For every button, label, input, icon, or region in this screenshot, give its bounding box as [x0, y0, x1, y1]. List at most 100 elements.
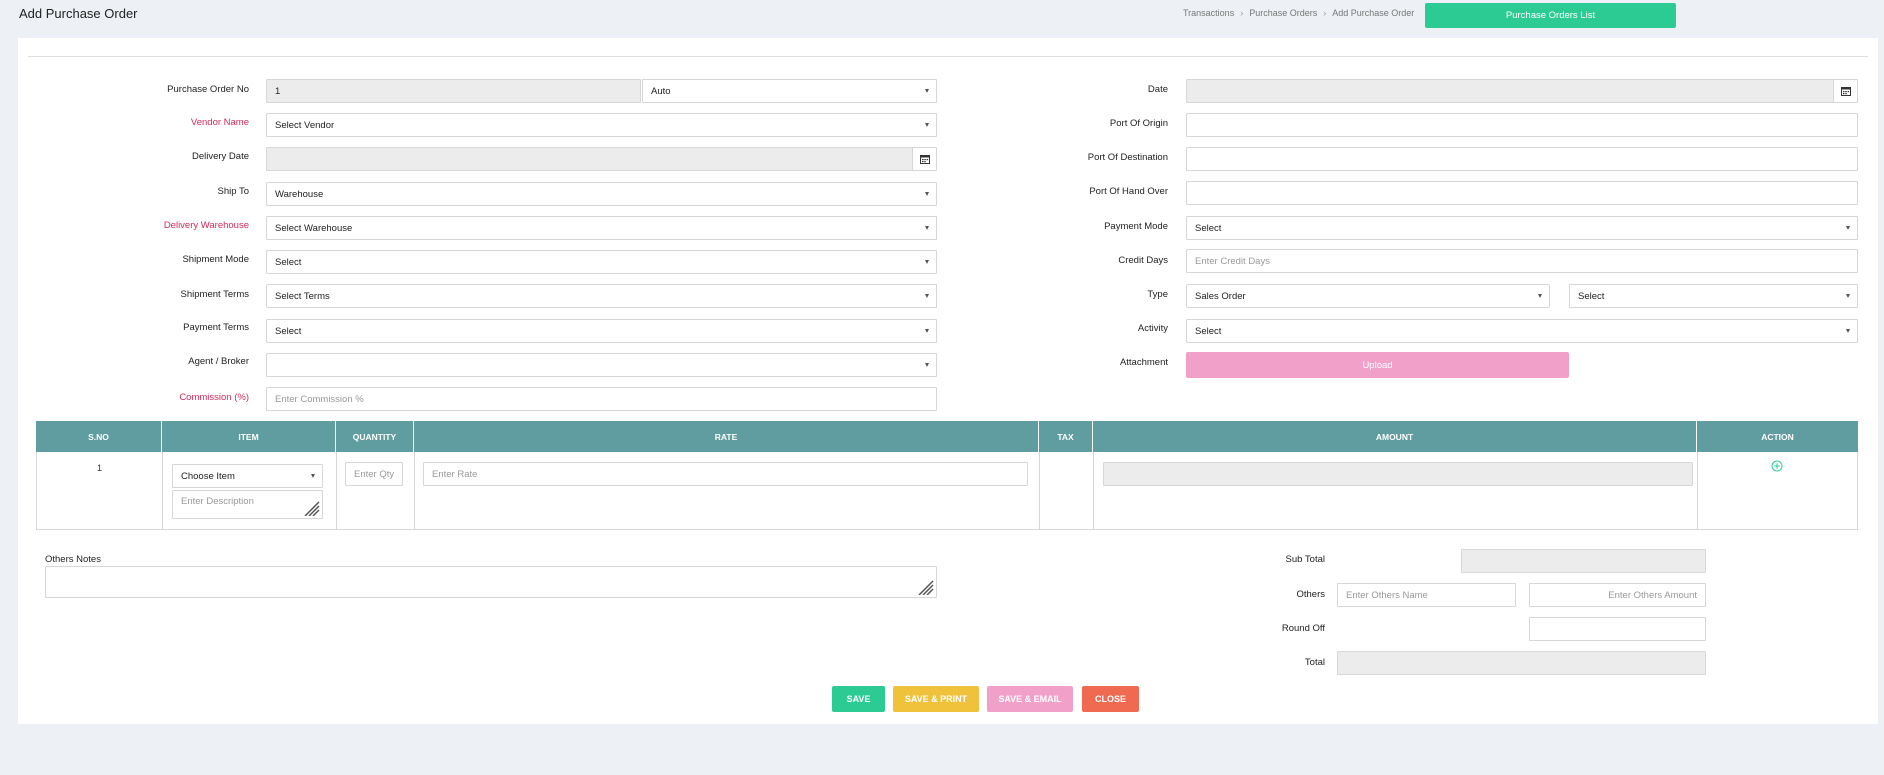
shipment-terms-value: Select Terms: [275, 290, 330, 302]
port-of-origin-label: Port Of Origin: [1109, 118, 1168, 129]
add-row-icon[interactable]: [1771, 460, 1783, 472]
description-textarea[interactable]: Enter Description: [172, 490, 323, 519]
payment-terms-select[interactable]: Select: [266, 319, 937, 343]
others-label: Others: [1296, 589, 1325, 600]
type-value: Sales Order: [1195, 290, 1246, 302]
calendar-icon[interactable]: [1833, 80, 1857, 102]
payment-mode-label: Payment Mode: [1104, 221, 1168, 232]
agent-broker-label: Agent / Broker: [188, 356, 249, 367]
description-placeholder: Enter Description: [181, 496, 254, 507]
upload-button[interactable]: Upload: [1186, 352, 1569, 378]
col-header-item: ITEM: [162, 421, 336, 452]
date-label: Date: [1147, 84, 1168, 95]
credit-days-label: Credit Days: [1118, 255, 1168, 266]
type-select[interactable]: Sales Order: [1186, 284, 1550, 308]
chevron-down-icon: [925, 260, 929, 264]
col-header-action: ACTION: [1697, 421, 1858, 452]
payment-mode-select[interactable]: Select: [1186, 216, 1858, 240]
shipment-terms-label: Shipment Terms: [180, 289, 249, 300]
shipment-mode-select[interactable]: Select: [266, 250, 937, 274]
type-secondary-select[interactable]: Select: [1569, 284, 1858, 308]
col-divider: [1039, 452, 1040, 530]
po-no-mode-select[interactable]: Auto: [642, 79, 937, 103]
chevron-down-icon: [925, 123, 929, 127]
type-secondary-value: Select: [1578, 290, 1605, 302]
po-no-input[interactable]: 1: [266, 79, 641, 103]
save-print-button[interactable]: SAVE & PRINT: [893, 686, 979, 712]
date-input[interactable]: [1186, 79, 1858, 103]
choose-item-select[interactable]: Choose Item: [172, 464, 323, 488]
agent-broker-select[interactable]: [266, 353, 937, 377]
vendor-select[interactable]: Select Vendor: [266, 113, 937, 137]
divider: [28, 56, 1868, 57]
col-header-tax: TAX: [1039, 421, 1093, 452]
port-of-destination-label: Port Of Destination: [1087, 152, 1168, 163]
port-of-hand-over-input[interactable]: [1186, 181, 1858, 205]
purchase-orders-list-button[interactable]: Purchase Orders List: [1425, 3, 1676, 28]
close-button[interactable]: CLOSE: [1082, 686, 1139, 712]
chevron-down-icon: [1846, 226, 1850, 230]
shipment-terms-select[interactable]: Select Terms: [266, 284, 937, 308]
col-divider: [162, 452, 163, 530]
rate-input[interactable]: Enter Rate: [423, 462, 1028, 486]
resize-handle-icon[interactable]: [300, 498, 320, 516]
calendar-icon[interactable]: [912, 148, 936, 170]
shipment-mode-label: Shipment Mode: [182, 254, 249, 265]
round-off-input[interactable]: [1529, 617, 1706, 641]
port-of-origin-input[interactable]: [1186, 113, 1858, 137]
payment-terms-value: Select: [275, 325, 302, 337]
ship-to-label: Ship To: [217, 186, 249, 197]
col-header-sno: S.NO: [36, 421, 162, 452]
chevron-down-icon: [925, 363, 929, 367]
others-amount-input[interactable]: Enter Others Amount: [1529, 583, 1706, 607]
col-divider: [336, 452, 337, 530]
sub-total-input[interactable]: [1461, 549, 1706, 573]
activity-select[interactable]: Select: [1186, 319, 1858, 343]
credit-days-input[interactable]: Enter Credit Days: [1186, 249, 1858, 273]
save-button[interactable]: SAVE: [832, 686, 885, 712]
activity-value: Select: [1195, 325, 1222, 337]
col-divider: [1697, 452, 1698, 530]
delivery-warehouse-value: Select Warehouse: [275, 222, 353, 234]
breadcrumb-current: Add Purchase Order: [1332, 8, 1415, 18]
payment-mode-value: Select: [1195, 222, 1222, 234]
chevron-down-icon: [925, 89, 929, 93]
total-label: Total: [1304, 657, 1325, 668]
vendor-value: Select Vendor: [275, 119, 335, 131]
col-header-quantity: QUANTITY: [336, 421, 414, 452]
attachment-label: Attachment: [1119, 357, 1168, 368]
delivery-date-input[interactable]: [266, 147, 937, 171]
breadcrumb: Transactions › Purchase Orders › Add Purchas…: [1183, 8, 1414, 18]
total-input[interactable]: [1337, 651, 1706, 675]
vendor-name-label: Vendor Name: [190, 117, 249, 128]
breadcrumb-purchase-orders[interactable]: Purchase Orders: [1249, 8, 1317, 18]
breadcrumb-separator-icon: ›: [1240, 8, 1244, 18]
ship-to-select[interactable]: Warehouse: [266, 182, 937, 206]
col-divider: [1093, 452, 1094, 530]
choose-item-value: Choose Item: [181, 470, 235, 482]
chevron-down-icon: [925, 226, 929, 230]
commission-label: Commission (%): [179, 392, 249, 403]
others-name-input[interactable]: Enter Others Name: [1337, 583, 1516, 607]
delivery-date-label: Delivery Date: [191, 151, 249, 162]
po-no-label: Purchase Order No: [167, 84, 249, 95]
chevron-down-icon: [925, 294, 929, 298]
round-off-label: Round Off: [1281, 623, 1325, 634]
chevron-down-icon: [1846, 329, 1850, 333]
chevron-down-icon: [925, 192, 929, 196]
amount-input[interactable]: [1103, 462, 1693, 486]
others-notes-textarea[interactable]: [45, 566, 937, 598]
delivery-warehouse-select[interactable]: Select Warehouse: [266, 216, 937, 240]
payment-terms-label: Payment Terms: [183, 322, 249, 333]
port-of-destination-input[interactable]: [1186, 147, 1858, 171]
breadcrumb-transactions[interactable]: Transactions: [1183, 8, 1234, 18]
col-divider: [414, 452, 415, 530]
commission-input[interactable]: Enter Commission %: [266, 387, 937, 411]
po-no-mode-value: Auto: [651, 85, 671, 97]
save-email-button[interactable]: SAVE & EMAIL: [987, 686, 1073, 712]
sub-total-label: Sub Total: [1285, 554, 1325, 565]
chevron-down-icon: [1538, 294, 1542, 298]
col-header-amount: AMOUNT: [1093, 421, 1697, 452]
quantity-input[interactable]: Enter Qty: [345, 462, 403, 486]
resize-handle-icon[interactable]: [914, 577, 934, 595]
